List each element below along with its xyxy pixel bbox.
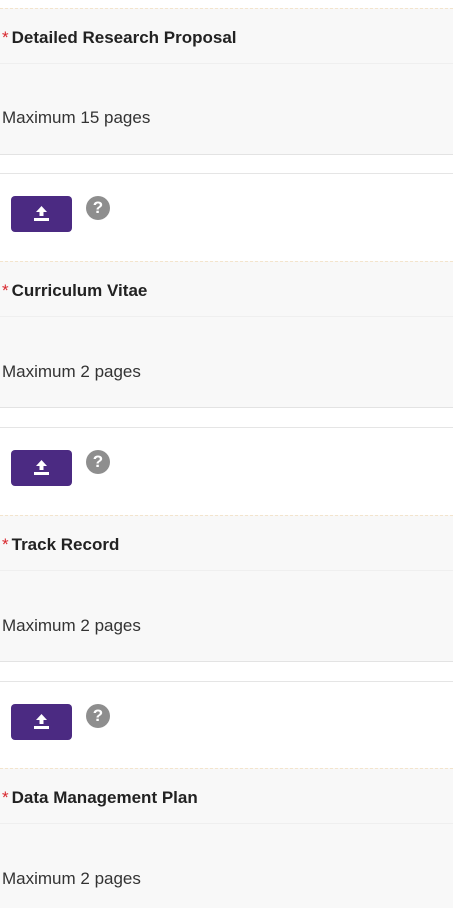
field-description: Maximum 2 pages xyxy=(2,616,141,635)
field-description-box: Maximum 15 pages xyxy=(0,64,453,155)
field-header-track-record: * Track Record xyxy=(0,515,453,571)
field-title-text: Track Record xyxy=(11,535,120,554)
divider xyxy=(0,173,453,174)
document-upload-form: * Detailed Research Proposal Maximum 15 p… xyxy=(0,0,461,908)
field-title-text: Detailed Research Proposal xyxy=(11,28,237,47)
field-title: * Detailed Research Proposal xyxy=(2,28,237,48)
field-title: * Data Management Plan xyxy=(2,788,198,808)
field-description: Maximum 2 pages xyxy=(2,869,141,888)
upload-icon xyxy=(34,714,49,729)
help-icon[interactable]: ? xyxy=(86,450,110,474)
field-description-box: Maximum 2 pages xyxy=(0,317,453,408)
upload-icon xyxy=(34,206,49,221)
field-header-data-management-plan: * Data Management Plan xyxy=(0,768,453,824)
field-title-text: Curriculum Vitae xyxy=(11,281,148,300)
required-marker: * xyxy=(2,535,9,554)
required-marker: * xyxy=(2,788,9,807)
field-header-research-proposal: * Detailed Research Proposal xyxy=(0,8,453,64)
field-title: * Curriculum Vitae xyxy=(2,281,147,301)
field-description: Maximum 15 pages xyxy=(2,108,151,127)
field-description: Maximum 2 pages xyxy=(2,362,141,381)
field-description-box: Maximum 2 pages xyxy=(0,571,453,662)
divider xyxy=(0,427,453,428)
field-title: * Track Record xyxy=(2,535,119,555)
field-description-box: Maximum 2 pages xyxy=(0,824,453,908)
upload-icon xyxy=(34,460,49,475)
upload-button-research-proposal[interactable] xyxy=(11,196,72,232)
field-title-text: Data Management Plan xyxy=(11,788,198,807)
required-marker: * xyxy=(2,28,9,47)
upload-button-track-record[interactable] xyxy=(11,704,72,740)
upload-button-curriculum-vitae[interactable] xyxy=(11,450,72,486)
field-header-curriculum-vitae: * Curriculum Vitae xyxy=(0,261,453,317)
required-marker: * xyxy=(2,281,9,300)
help-icon[interactable]: ? xyxy=(86,196,110,220)
help-icon[interactable]: ? xyxy=(86,704,110,728)
divider xyxy=(0,681,453,682)
